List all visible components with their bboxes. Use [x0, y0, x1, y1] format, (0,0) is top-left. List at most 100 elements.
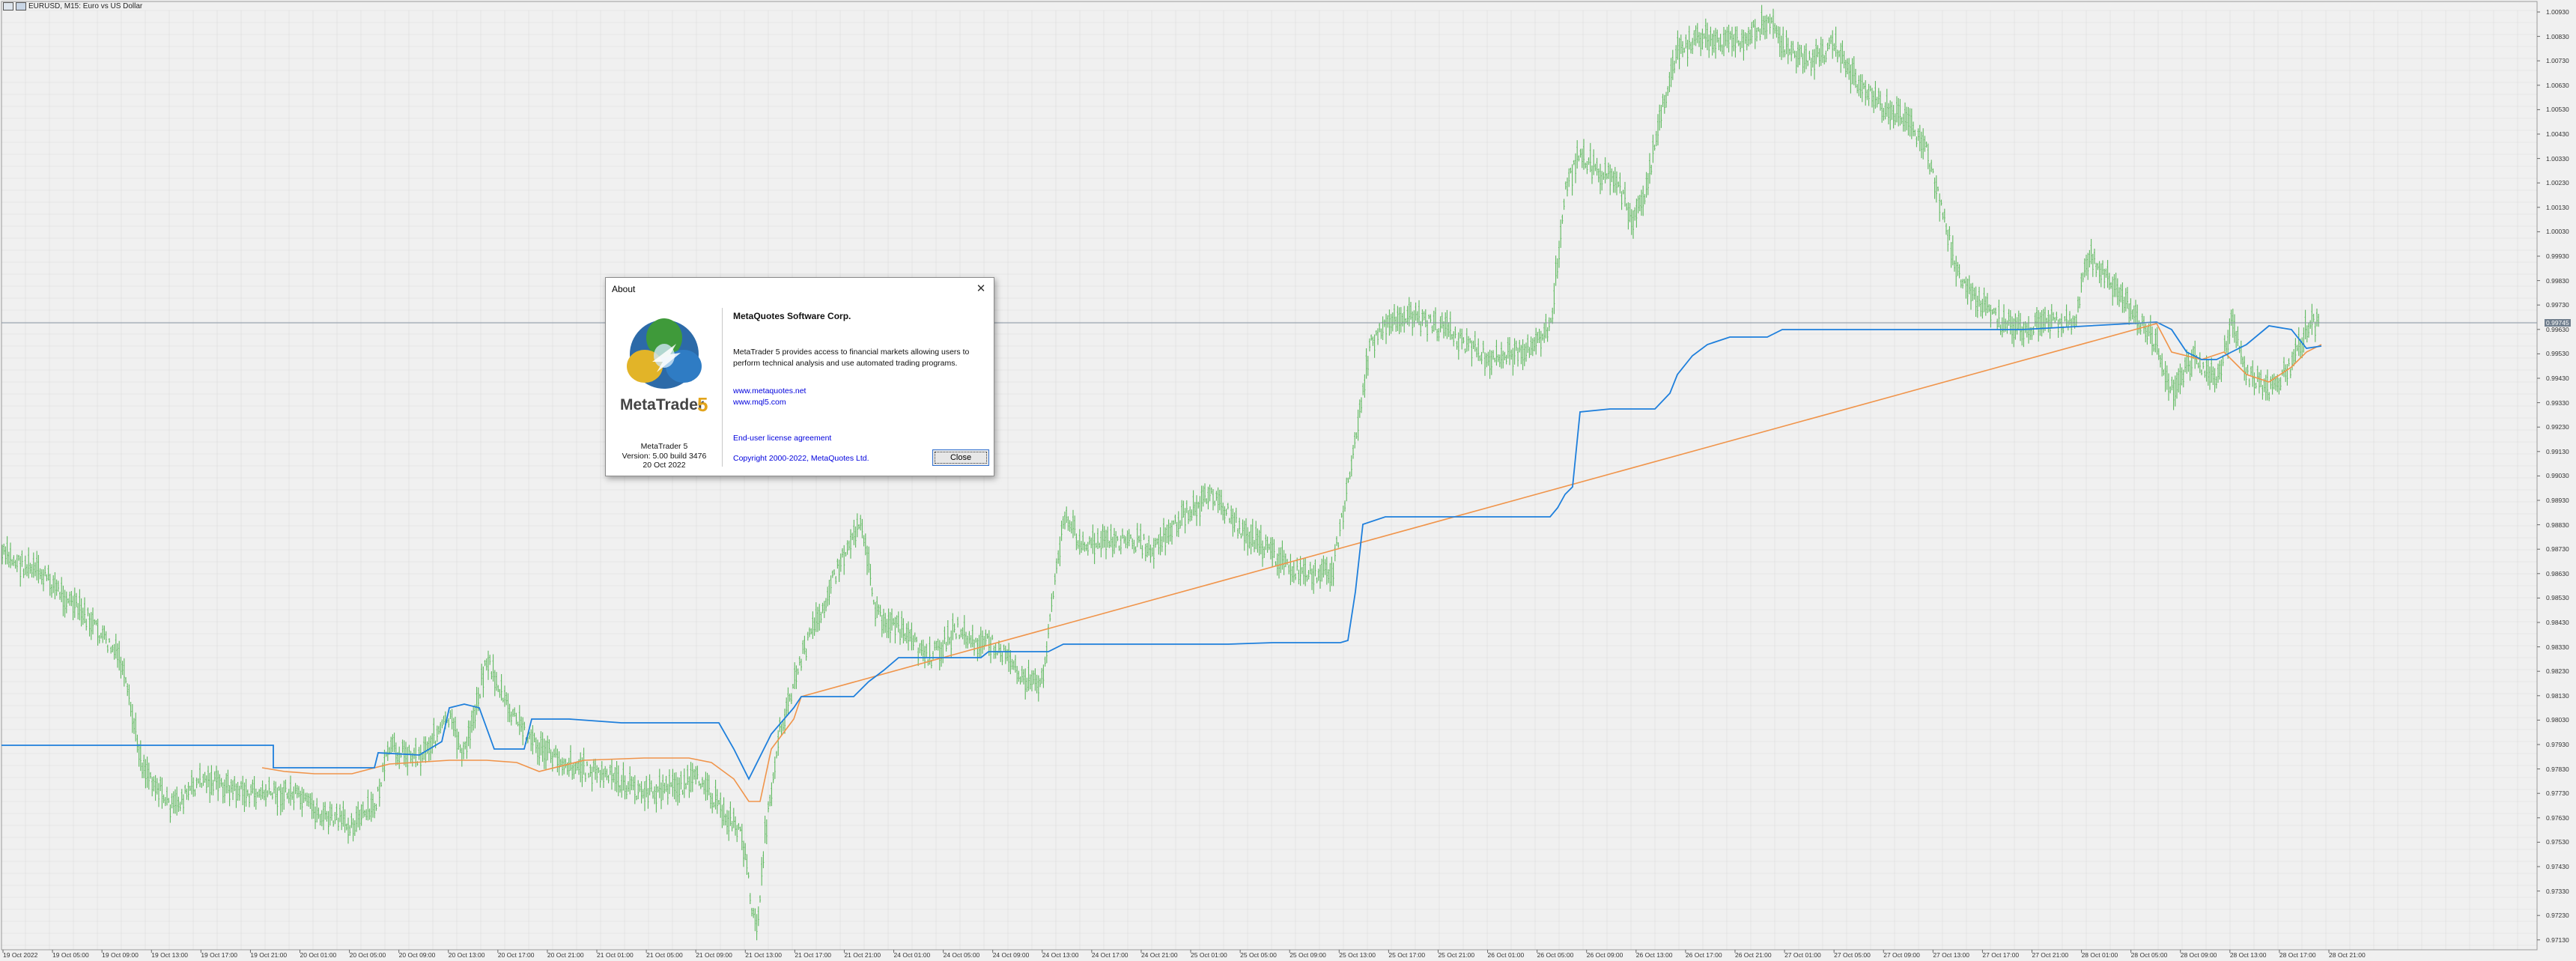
time-tick-label: 21 Oct 05:00	[646, 951, 683, 959]
price-tick-label: 0.98830	[2546, 521, 2569, 529]
time-tick-label: 20 Oct 17:00	[497, 951, 535, 959]
time-tick-label: 24 Oct 17:00	[1091, 951, 1128, 959]
price-tick-label: 1.00330	[2546, 154, 2569, 163]
time-tick-label: 27 Oct 01:00	[1784, 951, 1821, 959]
current-price-label: 0.99745	[2545, 319, 2571, 327]
price-tick-label: 0.97130	[2546, 936, 2569, 944]
price-tick-label: 0.99130	[2546, 447, 2569, 455]
price-tick-label: 0.97230	[2546, 912, 2569, 920]
price-tick-label: 0.99730	[2546, 301, 2569, 309]
time-tick-label: 25 Oct 09:00	[1289, 951, 1326, 959]
time-tick-label: 27 Oct 17:00	[1982, 951, 2020, 959]
time-tick-label: 19 Oct 17:00	[201, 951, 237, 959]
time-tick-label: 25 Oct 13:00	[1339, 951, 1376, 959]
time-tick-label: 28 Oct 13:00	[2229, 951, 2267, 959]
svg-text:MetaTrader: MetaTrader	[620, 396, 704, 413]
price-tick-label: 1.00230	[2546, 179, 2569, 187]
time-tick-label: 19 Oct 21:00	[250, 951, 288, 959]
copyright-text: Copyright 2000-2022, MetaQuotes Ltd.	[733, 454, 869, 463]
time-tick-label: 25 Oct 17:00	[1388, 951, 1426, 959]
indicator-blue-line	[1, 321, 2322, 781]
time-tick-label: 24 Oct 21:00	[1140, 951, 1178, 959]
license-link[interactable]: End-user license agreement	[733, 434, 831, 443]
time-tick-label: 28 Oct 09:00	[2180, 951, 2217, 959]
price-tick-label: 0.98930	[2546, 497, 2569, 504]
chart-frame	[1, 1, 2538, 951]
time-tick-label: 28 Oct 05:00	[2130, 951, 2168, 959]
time-tick-label: 28 Oct 21:00	[2329, 951, 2366, 959]
chart-window-icon	[3, 1, 13, 10]
time-tick-label: 26 Oct 17:00	[1685, 951, 1722, 959]
time-tick-label: 25 Oct 05:00	[1240, 951, 1277, 959]
price-tick-label: 0.97830	[2546, 765, 2569, 773]
price-tick-label: 0.98630	[2546, 569, 2569, 577]
time-tick-label: 24 Oct 13:00	[1042, 951, 1079, 959]
product-description: MetaTrader 5 provides access to financia…	[733, 348, 970, 368]
price-tick-label: 0.99030	[2546, 472, 2569, 480]
metatrader-logo: MetaTrader 5	[620, 318, 708, 416]
time-tick-label: 24 Oct 09:00	[992, 951, 1030, 959]
price-tick-label: 0.99230	[2546, 423, 2569, 431]
price-tick-label: 1.00030	[2546, 228, 2569, 236]
chart-menu-icon[interactable]	[16, 1, 26, 10]
price-chart[interactable]	[0, 0, 2576, 961]
time-tick-label: 21 Oct 21:00	[844, 951, 881, 959]
product-date: 20 Oct 2022	[643, 461, 686, 470]
price-tick-label: 1.00830	[2546, 32, 2569, 40]
time-tick-label: 21 Oct 13:00	[745, 951, 782, 959]
product-name: MetaTrader 5	[640, 442, 688, 451]
product-version: Version: 5.00 build 3476	[622, 452, 707, 461]
price-tick-label: 0.99530	[2546, 350, 2569, 358]
price-tick-label: 0.97530	[2546, 838, 2569, 846]
price-tick-label: 0.98430	[2546, 619, 2569, 626]
price-tick-label: 0.99930	[2546, 252, 2569, 260]
price-tick-label: 0.98230	[2546, 667, 2569, 676]
price-tick-label: 0.98530	[2546, 594, 2569, 602]
price-tick-label: 0.99830	[2546, 276, 2569, 285]
price-tick-label: 0.98030	[2546, 716, 2569, 724]
time-tick-label: 20 Oct 05:00	[349, 951, 386, 959]
close-icon[interactable]: ✕	[973, 281, 989, 296]
time-tick-label: 26 Oct 09:00	[1586, 951, 1623, 959]
close-button[interactable]: Close	[932, 449, 989, 466]
price-tick-label: 1.00130	[2546, 203, 2569, 211]
price-tick-label: 1.00630	[2546, 81, 2569, 89]
time-tick-label: 19 Oct 09:00	[102, 951, 139, 959]
time-tick-label: 28 Oct 17:00	[2279, 951, 2316, 959]
time-tick-label: 21 Oct 01:00	[597, 951, 634, 959]
price-tick-label: 0.97430	[2546, 863, 2569, 870]
time-tick-label: 25 Oct 21:00	[1438, 951, 1475, 959]
time-tick-label: 24 Oct 05:00	[943, 951, 980, 959]
time-tick-label: 20 Oct 09:00	[398, 951, 436, 959]
time-tick-label: 26 Oct 05:00	[1537, 951, 1574, 959]
price-tick-label: 1.00730	[2546, 57, 2569, 65]
price-tick-label: 0.97630	[2546, 813, 2569, 822]
time-tick-label: 28 Oct 01:00	[2081, 951, 2118, 959]
time-tick-label: 26 Oct 01:00	[1487, 951, 1525, 959]
chart-title: EURUSD, M15: Euro vs US Dollar	[3, 1, 142, 11]
dialog-divider	[722, 308, 723, 467]
time-tick-label: 27 Oct 13:00	[1933, 951, 1969, 959]
price-tick-label: 0.99630	[2546, 325, 2569, 333]
time-tick-label: 24 Oct 01:00	[893, 951, 931, 959]
price-tick-label: 0.98730	[2546, 545, 2569, 554]
company-name: MetaQuotes Software Corp.	[733, 311, 851, 321]
dialog-title: About	[612, 284, 636, 294]
price-tick-label: 0.99330	[2546, 398, 2569, 407]
time-tick-label: 27 Oct 05:00	[1834, 951, 1871, 959]
price-tick-label: 0.97330	[2546, 887, 2569, 895]
price-tick-label: 1.00430	[2546, 130, 2569, 138]
time-tick-label: 20 Oct 01:00	[300, 951, 337, 959]
price-tick-label: 1.00930	[2546, 8, 2569, 16]
time-tick-label: 21 Oct 17:00	[795, 951, 832, 959]
time-tick-label: 27 Oct 09:00	[1883, 951, 1920, 959]
time-tick-label: 20 Oct 13:00	[448, 951, 485, 959]
price-tick-label: 0.97930	[2546, 741, 2569, 748]
price-tick-label: 0.97730	[2546, 789, 2569, 798]
about-dialog: About ✕ MetaTrader 5 MetaTrader 5 Versio…	[605, 277, 994, 476]
mql5-link[interactable]: www.mql5.com	[733, 398, 786, 407]
time-tick-label: 25 Oct 01:00	[1191, 951, 1227, 959]
time-tick-label: 21 Oct 09:00	[696, 951, 732, 959]
metaquotes-link[interactable]: www.metaquotes.net	[733, 386, 806, 395]
time-tick-label: 27 Oct 21:00	[2032, 951, 2069, 959]
